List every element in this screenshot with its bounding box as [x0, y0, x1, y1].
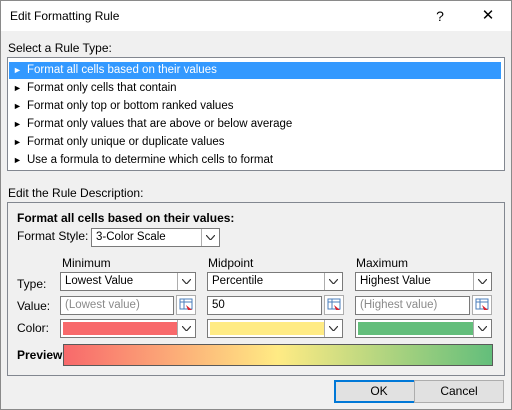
midpoint-type-value: Percentile: [212, 275, 264, 287]
midpoint-type-select[interactable]: Percentile: [207, 272, 343, 291]
chevron-down-icon[interactable]: [324, 273, 342, 290]
chevron-down-icon[interactable]: [201, 229, 219, 246]
ok-button[interactable]: OK: [334, 380, 424, 403]
rule-type-item-label: Format only unique or duplicate values: [27, 136, 225, 148]
arrow-icon: ►: [13, 65, 22, 75]
type-row-label: Type:: [17, 277, 47, 291]
format-style-value: 3-Color Scale: [96, 231, 166, 243]
rule-type-label: Select a Rule Type:: [8, 41, 112, 55]
chevron-down-icon[interactable]: [473, 273, 491, 290]
minimum-value-input[interactable]: (Lowest value): [60, 296, 174, 315]
value-row-label: Value:: [17, 299, 51, 313]
collapse-dialog-icon: [327, 298, 341, 310]
rule-type-item-cells-contain[interactable]: ► Format only cells that contain: [9, 80, 501, 97]
collapse-dialog-icon: [179, 298, 193, 310]
description-heading: Format all cells based on their values:: [17, 211, 235, 225]
midpoint-color-select[interactable]: [207, 319, 343, 338]
format-style-label: Format Style:: [17, 229, 89, 243]
rule-type-item-all-cells[interactable]: ► Format all cells based on their values: [9, 62, 501, 79]
arrow-icon: ►: [13, 83, 22, 93]
maximum-type-select[interactable]: Highest Value: [355, 272, 492, 291]
title-bar: Edit Formatting Rule ? ✕: [1, 1, 511, 31]
minimum-color-swatch: [63, 322, 178, 335]
rule-description-label: Edit the Rule Description:: [8, 186, 144, 200]
rule-type-item-label: Format only cells that contain: [27, 82, 177, 94]
minimum-value-placeholder: (Lowest value): [65, 299, 140, 311]
rule-type-item-unique-duplicate[interactable]: ► Format only unique or duplicate values: [9, 134, 501, 151]
midpoint-cell-reference-button[interactable]: [324, 295, 344, 315]
chevron-down-icon[interactable]: [177, 273, 195, 290]
minimum-type-value: Lowest Value: [65, 275, 134, 287]
help-button[interactable]: ?: [425, 4, 455, 28]
rule-type-item-label: Use a formula to determine which cells t…: [27, 154, 274, 166]
rule-type-item-formula[interactable]: ► Use a formula to determine which cells …: [9, 152, 501, 169]
chevron-down-icon[interactable]: [324, 320, 342, 337]
minimum-column-header: Minimum: [62, 256, 111, 270]
minimum-cell-reference-button[interactable]: [176, 295, 196, 315]
midpoint-value-input[interactable]: 50: [207, 296, 322, 315]
cancel-button[interactable]: Cancel: [414, 380, 504, 403]
maximum-column-header: Maximum: [356, 256, 409, 270]
rule-type-item-label: Format only values that are above or bel…: [27, 118, 293, 130]
maximum-color-swatch: [358, 322, 474, 335]
arrow-icon: ►: [13, 137, 22, 147]
minimum-color-select[interactable]: [60, 319, 196, 338]
arrow-icon: ►: [13, 101, 22, 111]
arrow-icon: ►: [13, 155, 22, 165]
arrow-icon: ►: [13, 119, 22, 129]
maximum-color-select[interactable]: [355, 319, 492, 338]
midpoint-column-header: Midpoint: [208, 256, 254, 270]
format-style-select[interactable]: 3-Color Scale: [91, 228, 220, 247]
maximum-value-input[interactable]: (Highest value): [355, 296, 470, 315]
chevron-down-icon[interactable]: [177, 320, 195, 337]
maximum-value-placeholder: (Highest value): [360, 299, 438, 311]
maximum-type-value: Highest Value: [360, 275, 431, 287]
rule-type-item-label: Format all cells based on their values: [27, 64, 217, 76]
rule-type-list[interactable]: ► Format all cells based on their values …: [7, 57, 505, 171]
preview-gradient-bar: [63, 344, 493, 366]
rule-type-item-label: Format only top or bottom ranked values: [27, 100, 234, 112]
chevron-down-icon[interactable]: [473, 320, 491, 337]
collapse-dialog-icon: [475, 298, 489, 310]
preview-label: Preview:: [17, 348, 67, 362]
rule-type-item-above-below-average[interactable]: ► Format only values that are above or be…: [9, 116, 501, 133]
maximum-cell-reference-button[interactable]: [472, 295, 492, 315]
midpoint-value: 50: [212, 299, 225, 311]
rule-type-item-top-bottom[interactable]: ► Format only top or bottom ranked values: [9, 98, 501, 115]
close-button[interactable]: ✕: [468, 4, 508, 28]
midpoint-color-swatch: [210, 322, 325, 335]
color-row-label: Color:: [17, 321, 50, 335]
window-title: Edit Formatting Rule: [10, 9, 120, 23]
minimum-type-select[interactable]: Lowest Value: [60, 272, 196, 291]
